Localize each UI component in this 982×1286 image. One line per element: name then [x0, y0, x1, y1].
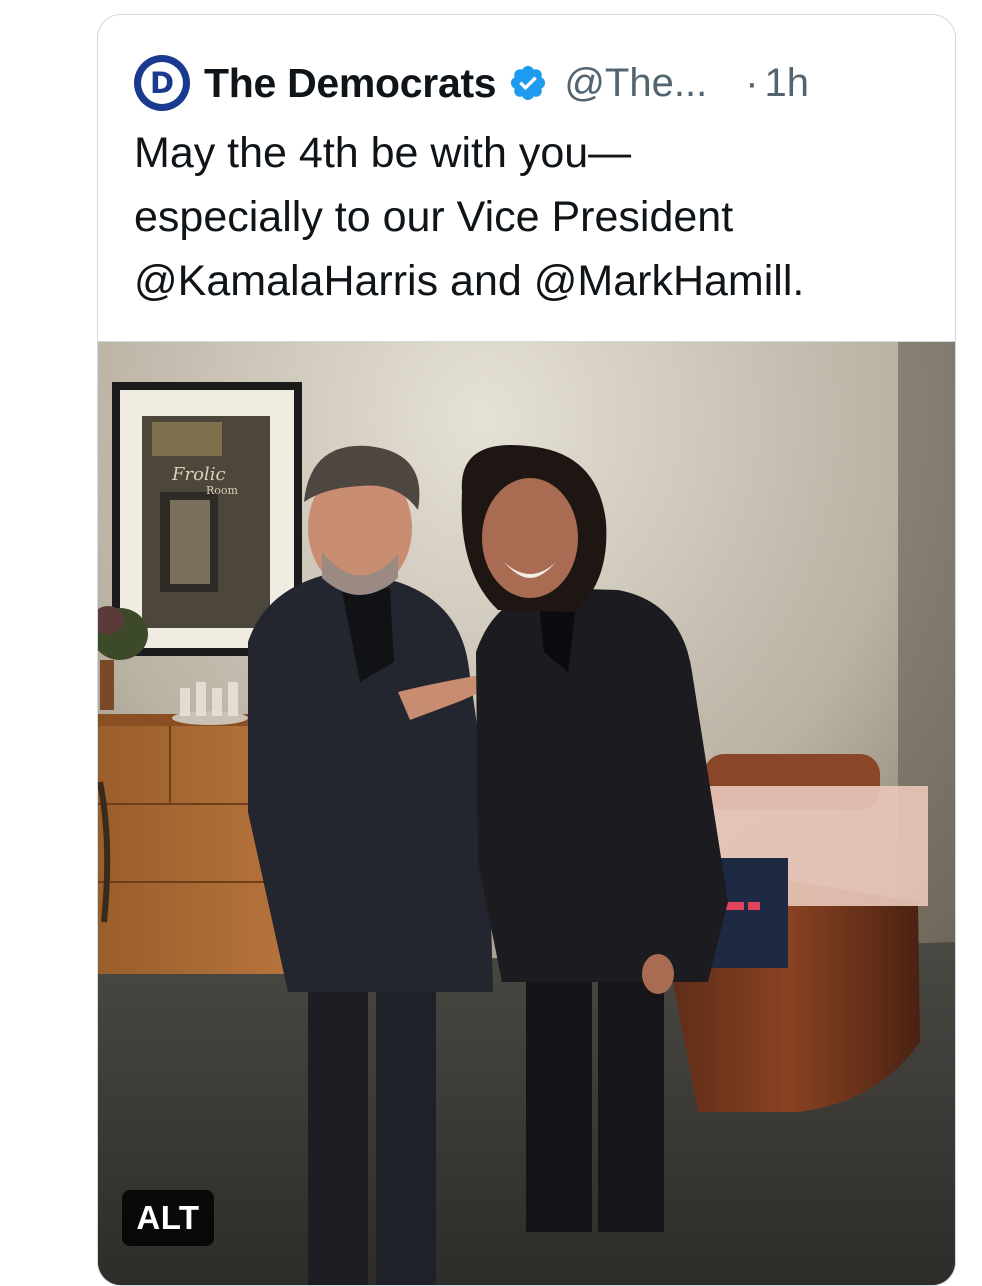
separator-dot: ·	[745, 60, 759, 105]
print-text: Frolic	[171, 464, 226, 485]
tweet-header: D The Democrats @The... · 1h	[134, 55, 809, 111]
tweet-text-line: especially to our Vice President	[134, 193, 734, 241]
tweet-photo[interactable]: Frolic Room ALT	[98, 341, 955, 1285]
user-handle[interactable]: @The...	[564, 61, 707, 106]
avatar-letter: D	[141, 62, 183, 104]
tweet-text: May the 4th be with you— especially to o…	[134, 121, 924, 313]
photo-image: Frolic Room	[98, 342, 955, 1285]
display-name[interactable]: The Democrats	[204, 60, 497, 107]
avatar[interactable]: D	[134, 55, 190, 111]
tweet-text-line: @KamalaHarris and @MarkHamill.	[134, 257, 805, 305]
tweet-text-line: May the 4th be with you—	[134, 129, 632, 177]
timestamp[interactable]: 1h	[765, 61, 810, 106]
alt-text-button[interactable]: ALT	[122, 1190, 214, 1246]
verified-badge-icon	[511, 65, 546, 101]
print-subtext: Room	[206, 484, 239, 497]
right-hand	[642, 954, 674, 994]
tweet-card[interactable]: D The Democrats @The... · 1h May the 4th…	[97, 14, 956, 1286]
